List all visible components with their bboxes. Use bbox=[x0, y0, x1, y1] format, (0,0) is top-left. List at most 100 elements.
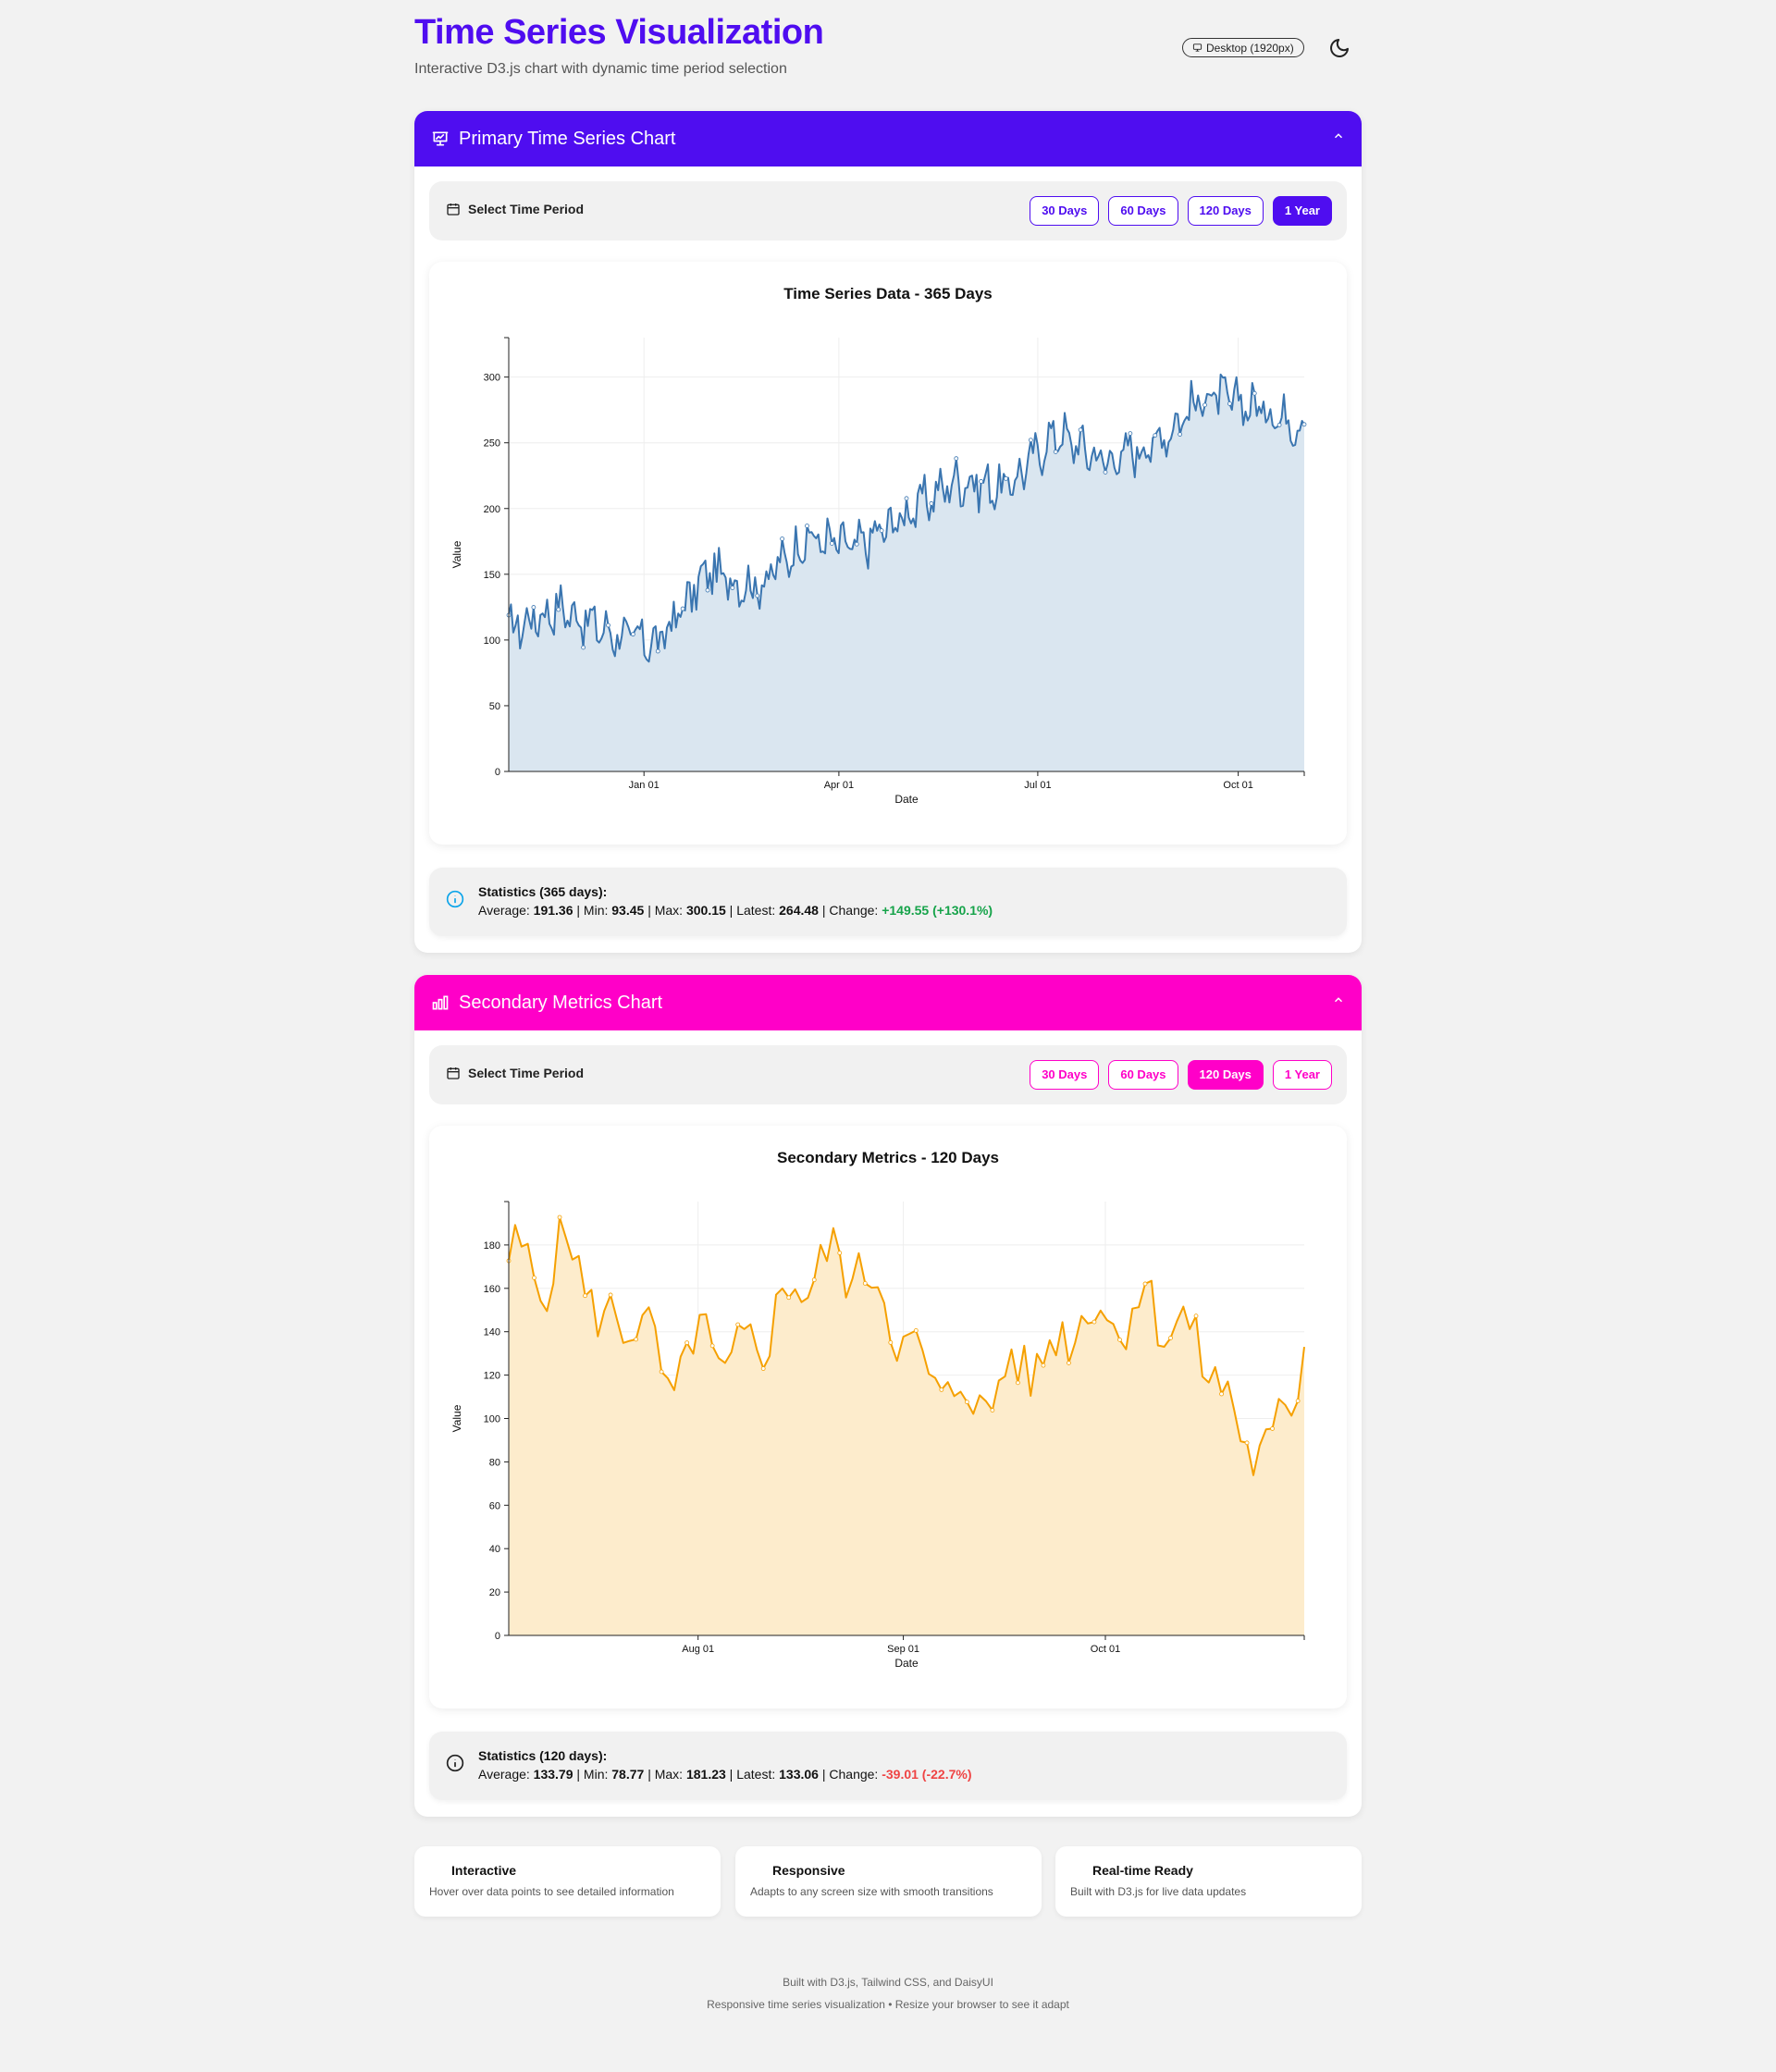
primary-stats: Statistics (365 days): Average: 191.36 |… bbox=[429, 868, 1347, 936]
chevron-up-icon[interactable] bbox=[1332, 993, 1345, 1006]
data-point bbox=[755, 593, 760, 598]
data-point bbox=[730, 586, 735, 590]
stat-label: Min: bbox=[583, 903, 609, 918]
period-button-1-year[interactable]: 1 Year bbox=[1272, 1060, 1332, 1090]
period-button-30-days[interactable]: 30 Days bbox=[1030, 196, 1100, 226]
data-point bbox=[939, 1387, 944, 1392]
data-point bbox=[1270, 1426, 1275, 1431]
y-tick-label: 80 bbox=[489, 1457, 500, 1468]
secondary-select-label: Select Time Period bbox=[446, 1066, 584, 1080]
chart-title: Time Series Data - 365 Days bbox=[783, 285, 993, 302]
feature-title: Real-time Ready bbox=[1092, 1863, 1193, 1878]
period-button-30-days[interactable]: 30 Days bbox=[1030, 1060, 1100, 1090]
data-point bbox=[1219, 1391, 1224, 1397]
period-button-60-days[interactable]: 60 Days bbox=[1108, 196, 1178, 226]
data-point bbox=[862, 1280, 868, 1286]
primary-select-label: Select Time Period bbox=[446, 202, 584, 216]
presentation-chart-icon bbox=[432, 131, 449, 146]
chevron-up-icon[interactable] bbox=[1332, 130, 1345, 142]
primary-chart[interactable]: Time Series Data - 365 Days 0 50 100 150 200 2… bbox=[429, 262, 1347, 845]
y-tick-label: 120 bbox=[484, 1371, 500, 1382]
primary-select-text: Select Time Period bbox=[468, 202, 585, 216]
data-point bbox=[1244, 1440, 1250, 1446]
data-point bbox=[1041, 1363, 1046, 1368]
data-point bbox=[583, 1293, 587, 1299]
primary-stats-title: Statistics (365 days): bbox=[478, 884, 608, 899]
info-icon bbox=[446, 1754, 464, 1772]
secondary-period-selector: Select Time Period 30 Days 60 Days 120 Day… bbox=[429, 1045, 1347, 1104]
data-point bbox=[608, 1292, 613, 1298]
bar-chart-icon bbox=[432, 995, 449, 1010]
data-point bbox=[1016, 1380, 1020, 1386]
y-tick-label: 200 bbox=[484, 504, 500, 515]
period-button-120-days[interactable]: 120 Days bbox=[1187, 196, 1264, 226]
info-icon bbox=[446, 890, 464, 908]
stat-label: Latest: bbox=[736, 903, 776, 918]
feature-title: Interactive bbox=[451, 1863, 517, 1878]
stat-label: Latest: bbox=[736, 1767, 776, 1782]
primary-chart-container: Time Series Data - 365 Days 0 50 100 150 200 2… bbox=[429, 262, 1347, 845]
data-point bbox=[1227, 401, 1232, 406]
feature-title: Responsive bbox=[772, 1863, 845, 1878]
data-point bbox=[904, 496, 909, 501]
data-point bbox=[531, 605, 536, 610]
stat-average: 133.79 bbox=[533, 1767, 574, 1782]
data-point bbox=[854, 541, 859, 547]
data-point bbox=[913, 1327, 919, 1333]
data-point bbox=[888, 1339, 894, 1345]
area-fill bbox=[509, 374, 1304, 771]
secondary-select-text: Select Time Period bbox=[468, 1066, 585, 1080]
data-point bbox=[532, 1275, 536, 1280]
calendar-icon bbox=[447, 1067, 460, 1079]
x-tick-label: Jul 01 bbox=[1024, 780, 1051, 791]
feature-card-responsive: Responsive Adapts to any screen size wit… bbox=[735, 1846, 1042, 1917]
data-point bbox=[1142, 1281, 1148, 1287]
x-tick-label: Aug 01 bbox=[682, 1644, 714, 1655]
y-tick-label: 300 bbox=[484, 373, 500, 384]
secondary-chart[interactable]: Secondary Metrics - 120 Days 0 20 40 60 80 100… bbox=[429, 1126, 1347, 1708]
secondary-card-header[interactable]: Secondary Metrics Chart bbox=[414, 975, 1362, 1030]
data-point bbox=[684, 1340, 690, 1346]
primary-stats-values: Average: 191.36 | Min: 93.45 | Max: 300.… bbox=[478, 903, 993, 918]
y-tick-label: 60 bbox=[489, 1500, 500, 1511]
data-point bbox=[954, 456, 959, 462]
data-point bbox=[634, 1337, 639, 1342]
footer-line-1: Built with D3.js, Tailwind CSS, and Dais… bbox=[783, 1976, 993, 1989]
secondary-period-buttons: 30 Days 60 Days 120 Days 1 Year bbox=[1030, 1060, 1332, 1090]
data-point bbox=[1128, 431, 1133, 436]
x-tick-label: Oct 01 bbox=[1223, 780, 1252, 791]
primary-period-selector: Select Time Period 30 Days 60 Days 120 Day… bbox=[429, 181, 1347, 240]
data-point bbox=[1067, 1361, 1071, 1365]
stat-change: +149.55 (+130.1%) bbox=[882, 903, 993, 918]
data-point bbox=[659, 1369, 664, 1375]
page-title: Time Series Visualization bbox=[414, 13, 824, 52]
data-point bbox=[1028, 438, 1033, 443]
data-point bbox=[786, 1295, 792, 1301]
page: Time Series Visualization Interactive D3… bbox=[414, 0, 1362, 2011]
moon-icon[interactable] bbox=[1328, 37, 1350, 59]
page-subtitle: Interactive D3.js chart with dynamic tim… bbox=[414, 61, 787, 77]
data-point bbox=[780, 536, 785, 541]
stat-label: Average: bbox=[478, 1767, 530, 1782]
secondary-card-title: Secondary Metrics Chart bbox=[459, 992, 663, 1013]
data-point bbox=[680, 606, 685, 611]
period-button-1-year[interactable]: 1 Year bbox=[1272, 196, 1332, 226]
period-button-60-days[interactable]: 60 Days bbox=[1108, 1060, 1178, 1090]
stat-label: Change: bbox=[829, 1767, 879, 1782]
primary-card-header[interactable]: Primary Time Series Chart bbox=[414, 111, 1362, 166]
y-tick-label: 180 bbox=[484, 1240, 500, 1252]
y-tick-label: 0 bbox=[495, 1631, 500, 1642]
x-tick-label: Oct 01 bbox=[1091, 1644, 1120, 1655]
period-button-120-days[interactable]: 120 Days bbox=[1187, 1060, 1264, 1090]
secondary-stats: Statistics (120 days): Average: 133.79 |… bbox=[429, 1732, 1347, 1800]
data-point bbox=[1193, 1314, 1199, 1319]
primary-card-title: Primary Time Series Chart bbox=[459, 128, 676, 149]
feature-card-realtime: Real-time Ready Built with D3.js for liv… bbox=[1055, 1846, 1362, 1917]
area-fill bbox=[509, 1217, 1304, 1635]
data-point bbox=[705, 587, 710, 593]
data-point bbox=[1276, 423, 1282, 427]
data-point bbox=[990, 1408, 995, 1412]
primary-period-buttons: 30 Days 60 Days 120 Days 1 Year bbox=[1030, 196, 1332, 226]
data-point bbox=[1078, 427, 1083, 433]
stat-latest: 264.48 bbox=[779, 903, 819, 918]
